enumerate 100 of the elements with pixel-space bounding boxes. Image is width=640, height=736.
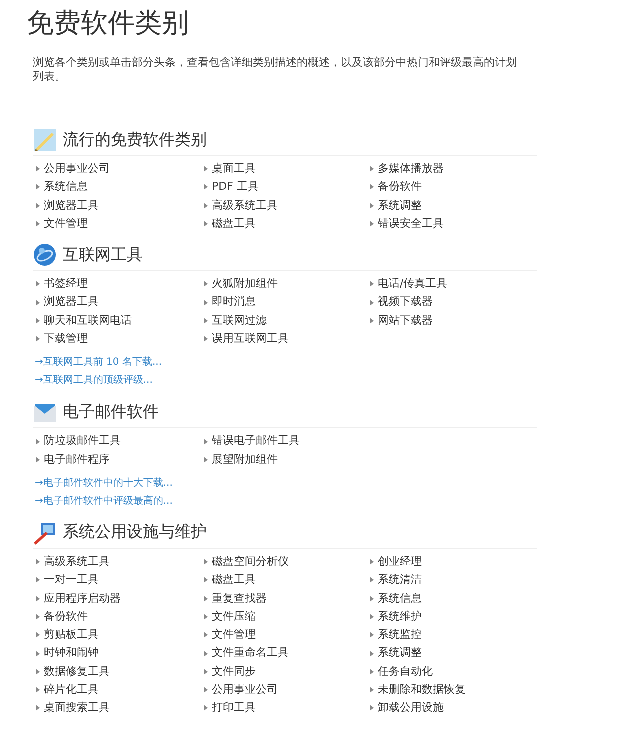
bullet-icon bbox=[204, 318, 208, 324]
bullet-icon bbox=[370, 281, 374, 288]
category-link[interactable]: 备份软件 bbox=[370, 178, 422, 197]
bullet-icon bbox=[370, 668, 374, 675]
category-link[interactable]: 聊天和互联网电话 bbox=[36, 312, 132, 330]
category-link[interactable]: 打印工具 bbox=[204, 699, 256, 718]
category-link[interactable]: 高级系统工具 bbox=[204, 196, 278, 215]
section-heading[interactable]: 互联网工具 bbox=[63, 244, 143, 266]
category-link[interactable]: 数据修复工具 bbox=[36, 662, 110, 682]
bullet-icon bbox=[370, 650, 374, 657]
more-link[interactable]: →电子邮件软件中评级最高的... bbox=[35, 492, 173, 511]
category-link[interactable]: 文件同步 bbox=[204, 662, 256, 682]
bullet-icon bbox=[204, 438, 208, 445]
bullet-icon bbox=[36, 632, 40, 638]
section-heading[interactable]: 电子邮件软件 bbox=[63, 402, 159, 423]
bullet-icon bbox=[36, 687, 40, 694]
bullet-icon bbox=[36, 318, 40, 324]
category-link[interactable]: 磁盘工具 bbox=[204, 571, 256, 590]
category-link[interactable]: 公用事业公司 bbox=[36, 160, 110, 178]
category-link[interactable]: 碎片化工具 bbox=[36, 681, 99, 700]
bullet-icon bbox=[370, 705, 374, 712]
bullet-icon bbox=[204, 668, 208, 675]
bullet-icon bbox=[370, 614, 374, 620]
category-link[interactable]: 系统调整 bbox=[370, 644, 422, 663]
category-link[interactable]: 书签经理 bbox=[36, 275, 88, 294]
bullet-icon bbox=[370, 318, 374, 324]
category-link[interactable]: 系统维护 bbox=[370, 608, 422, 626]
more-link[interactable]: →互联网工具的顶级评级... bbox=[35, 372, 153, 390]
category-link[interactable]: 电子邮件程序 bbox=[36, 450, 110, 469]
category-link[interactable]: 系统监控 bbox=[370, 626, 422, 644]
category-link[interactable]: 重复查找器 bbox=[204, 590, 267, 608]
category-link[interactable]: 桌面搜索工具 bbox=[36, 699, 110, 718]
bullet-icon bbox=[36, 650, 40, 657]
bullet-icon bbox=[204, 559, 208, 566]
category-link[interactable]: 文件压缩 bbox=[204, 608, 256, 626]
bullet-icon bbox=[204, 221, 208, 228]
category-link[interactable]: 浏览器工具 bbox=[36, 196, 99, 215]
bullet-icon bbox=[370, 687, 374, 694]
category-link[interactable]: 任务自动化 bbox=[370, 662, 433, 682]
bullet-icon bbox=[36, 577, 40, 584]
page-description: 浏览各个类别或单击部分头条，查看包含详细类别描述的概述，以及该部分中热门和评级最高的计划列表。 bbox=[33, 56, 518, 84]
bullet-icon bbox=[36, 559, 40, 566]
category-link[interactable]: 文件管理 bbox=[36, 214, 88, 234]
bullet-icon bbox=[204, 281, 208, 288]
category-link[interactable]: 视频下载器 bbox=[370, 293, 433, 312]
bullet-icon bbox=[36, 438, 40, 445]
bullet-icon bbox=[370, 221, 374, 228]
bullet-icon bbox=[36, 668, 40, 675]
category-link[interactable]: 公用事业公司 bbox=[204, 681, 278, 700]
category-link[interactable]: 防垃圾邮件工具 bbox=[36, 432, 121, 451]
category-link[interactable]: 系统清洁 bbox=[370, 571, 422, 590]
bullet-icon bbox=[204, 650, 208, 657]
category-link[interactable]: 磁盘工具 bbox=[204, 214, 256, 234]
category-link[interactable]: 火狐附加组件 bbox=[204, 275, 278, 294]
section-heading[interactable]: 系统公用设施与维护 bbox=[63, 522, 207, 544]
category-link[interactable]: 未删除和数据恢复 bbox=[370, 681, 466, 700]
bullet-icon bbox=[204, 456, 208, 463]
category-link[interactable]: 创业经理 bbox=[370, 552, 422, 572]
category-link[interactable]: 文件管理 bbox=[204, 626, 256, 644]
category-link[interactable]: 高级系统工具 bbox=[36, 552, 110, 572]
bullet-icon bbox=[204, 596, 208, 602]
globe-icon bbox=[33, 243, 57, 268]
category-link[interactable]: 剪贴板工具 bbox=[36, 626, 99, 644]
category-link[interactable]: 错误安全工具 bbox=[370, 214, 444, 234]
category-link[interactable]: 磁盘空间分析仪 bbox=[204, 552, 289, 572]
bullet-icon bbox=[204, 166, 208, 172]
category-link[interactable]: PDF 工具 bbox=[204, 178, 259, 197]
category-link[interactable]: 系统信息 bbox=[36, 178, 88, 197]
category-link[interactable]: 桌面工具 bbox=[204, 160, 256, 178]
bullet-icon bbox=[204, 705, 208, 712]
category-link[interactable]: 电话/传真工具 bbox=[370, 275, 448, 294]
category-link[interactable]: 一对一工具 bbox=[36, 571, 99, 590]
more-link[interactable]: →电子邮件软件中的十大下载... bbox=[35, 474, 173, 493]
category-link[interactable]: 多媒体播放器 bbox=[370, 160, 444, 178]
category-link[interactable]: 网站下载器 bbox=[370, 312, 433, 330]
category-link[interactable]: 误用互联网工具 bbox=[204, 330, 289, 348]
bullet-icon bbox=[36, 166, 40, 172]
bullet-icon bbox=[36, 705, 40, 712]
category-link[interactable]: 系统调整 bbox=[370, 196, 422, 215]
category-link[interactable]: 备份软件 bbox=[36, 608, 88, 626]
bullet-icon bbox=[36, 221, 40, 228]
bullet-icon bbox=[204, 614, 208, 620]
bullet-icon bbox=[36, 596, 40, 602]
category-link[interactable]: 时钟和闹钟 bbox=[36, 644, 99, 663]
more-link[interactable]: →互联网工具前 10 名下载... bbox=[35, 354, 162, 372]
category-link[interactable]: 下载管理 bbox=[36, 330, 88, 348]
category-link[interactable]: 卸载公用设施 bbox=[370, 699, 444, 718]
category-link[interactable]: 错误电子邮件工具 bbox=[204, 432, 300, 451]
category-link[interactable]: 展望附加组件 bbox=[204, 450, 278, 469]
bullet-icon bbox=[36, 336, 40, 342]
category-link[interactable]: 互联网过滤 bbox=[204, 312, 267, 330]
section-heading[interactable]: 流行的免费软件类别 bbox=[63, 130, 207, 150]
category-link[interactable]: 系统信息 bbox=[370, 590, 422, 608]
category-link[interactable]: 文件重命名工具 bbox=[204, 644, 289, 663]
bullet-icon bbox=[370, 184, 374, 190]
bullet-icon bbox=[36, 281, 40, 288]
category-link[interactable]: 浏览器工具 bbox=[36, 293, 99, 312]
bullet-icon bbox=[204, 184, 208, 190]
category-link[interactable]: 应用程序启动器 bbox=[36, 590, 121, 608]
category-link[interactable]: 即时消息 bbox=[204, 293, 256, 312]
